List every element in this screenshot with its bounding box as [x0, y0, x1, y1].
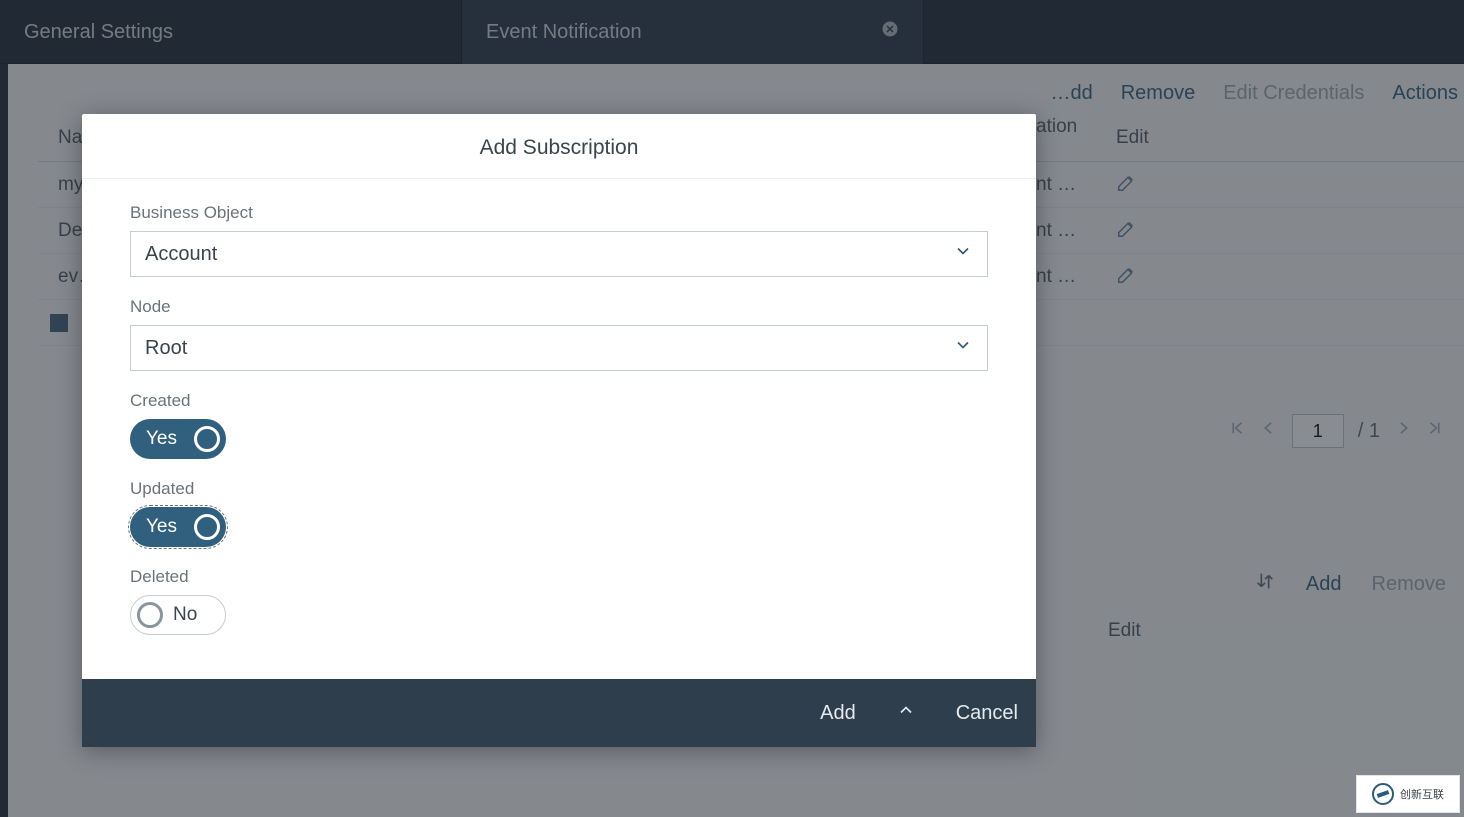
updated-toggle[interactable]: Yes	[130, 507, 226, 547]
toggle-knob-icon	[137, 602, 163, 628]
toggle-text: Yes	[146, 516, 177, 538]
business-object-label: Business Object	[130, 203, 988, 223]
toggle-knob-icon	[194, 514, 220, 540]
created-toggle[interactable]: Yes	[130, 419, 226, 459]
chevron-down-icon	[953, 241, 973, 267]
toggle-text: Yes	[146, 428, 177, 450]
created-label: Created	[130, 391, 988, 411]
chevron-down-icon	[953, 335, 973, 361]
brand-watermark: 创新互联	[1356, 775, 1460, 813]
cancel-button[interactable]: Cancel	[956, 702, 1018, 725]
business-object-select[interactable]: Account	[130, 231, 988, 277]
node-label: Node	[130, 297, 988, 317]
deleted-label: Deleted	[130, 567, 988, 587]
node-value: Root	[145, 337, 187, 360]
add-subscription-dialog: Add Subscription Business Object Account…	[82, 114, 1036, 747]
add-button[interactable]: Add	[820, 702, 856, 725]
brand-logo-icon	[1372, 783, 1394, 805]
dialog-title: Add Subscription	[82, 114, 1036, 179]
business-object-value: Account	[145, 243, 217, 266]
toggle-knob-icon	[194, 426, 220, 452]
updated-label: Updated	[130, 479, 988, 499]
dialog-footer: Add Cancel	[82, 679, 1036, 747]
node-select[interactable]: Root	[130, 325, 988, 371]
chevron-up-icon[interactable]	[896, 700, 916, 726]
toggle-text: No	[173, 604, 197, 626]
brand-text: 创新互联	[1400, 786, 1444, 802]
deleted-toggle[interactable]: No	[130, 595, 226, 635]
